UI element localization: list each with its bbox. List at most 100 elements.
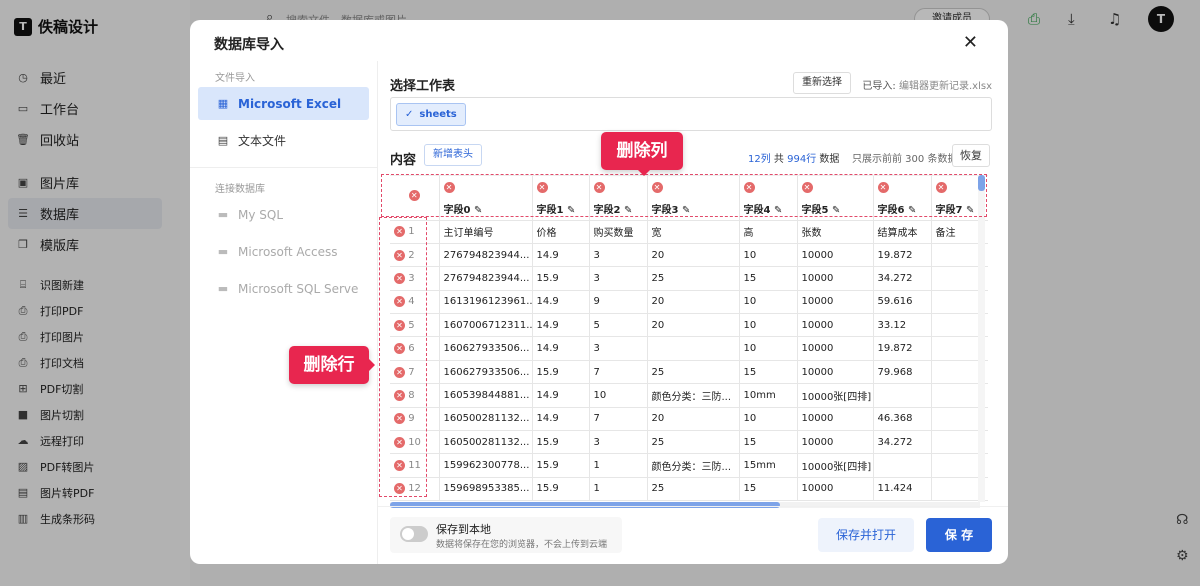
table-cell[interactable]: 11.424	[873, 477, 932, 502]
table-cell[interactable]: 15.9	[532, 477, 590, 502]
table-cell[interactable]: 59.616	[873, 290, 932, 315]
table-cell[interactable]: 3	[589, 266, 648, 291]
table-cell[interactable]: 7	[589, 407, 648, 432]
table-cell[interactable]: 25	[647, 266, 740, 291]
close-icon[interactable]: ✕	[963, 32, 978, 53]
table-cell[interactable]: 25	[647, 430, 740, 455]
table-cell[interactable]: 15.9	[532, 266, 590, 291]
table-cell[interactable]: 1	[589, 453, 648, 478]
table-cell[interactable]: 颜色分类：三防...	[647, 383, 740, 408]
table-cell[interactable]: 14.9	[532, 407, 590, 432]
table-cell[interactable]: 14.9	[532, 383, 590, 408]
table-cell[interactable]: 25	[647, 360, 740, 385]
table-cell[interactable]: 10	[739, 313, 798, 338]
table-cell[interactable]: 10	[739, 243, 798, 268]
table-cell[interactable]: 价格	[532, 220, 590, 244]
table-cell[interactable]: 14.9	[532, 243, 590, 268]
table-cell[interactable]: 高	[739, 220, 798, 244]
save-and-open-button[interactable]: 保存并打开	[818, 518, 914, 552]
table-cell[interactable]: 20	[647, 313, 740, 338]
table-cell[interactable]: 10000	[797, 477, 874, 502]
table-cell[interactable]: 160500281132...	[439, 407, 533, 432]
table-cell[interactable]: 1613196123961...	[439, 290, 533, 315]
table-row: ✕ 5 1607006712311... 14.9 5 20 10 10000 33.12	[390, 313, 988, 338]
table-cell[interactable]: 15.9	[532, 360, 590, 385]
vertical-scrollbar[interactable]	[978, 175, 985, 502]
table-cell[interactable]: 34.272	[873, 266, 932, 291]
table-cell[interactable]: 10	[739, 336, 798, 361]
table-cell[interactable]	[873, 453, 932, 478]
table-cell[interactable]: 10000	[797, 266, 874, 291]
table-cell[interactable]: 14.9	[532, 290, 590, 315]
table-cell[interactable]: 14.9	[532, 336, 590, 361]
table-cell[interactable]: 主订单编号	[439, 220, 533, 244]
restore-button[interactable]: 恢复	[952, 144, 990, 167]
table-cell[interactable]: 19.872	[873, 243, 932, 268]
table-cell[interactable]: 10mm	[739, 383, 798, 408]
save-button[interactable]: 保 存	[926, 518, 992, 552]
table-cell[interactable]: 结算成本	[873, 220, 932, 244]
table-cell[interactable]: 19.872	[873, 336, 932, 361]
table-cell[interactable]: 10000张[四排]	[797, 453, 874, 478]
table-cell[interactable]: 25	[647, 477, 740, 502]
table-cell[interactable]	[647, 336, 740, 361]
table-cell[interactable]: 宽	[647, 220, 740, 244]
table-cell[interactable]: 33.12	[873, 313, 932, 338]
table-cell[interactable]: 160539844881...	[439, 383, 533, 408]
table-cell[interactable]: 10000	[797, 290, 874, 315]
table-cell[interactable]: 10	[589, 383, 648, 408]
table-cell[interactable]: 20	[647, 243, 740, 268]
table-cell[interactable]: 5	[589, 313, 648, 338]
table-cell[interactable]: 1607006712311...	[439, 313, 533, 338]
table-cell[interactable]: 10000	[797, 407, 874, 432]
table-cell[interactable]: 276794823944...	[439, 266, 533, 291]
table-cell[interactable]: 15.9	[532, 430, 590, 455]
table-cell[interactable]: 15.9	[532, 453, 590, 478]
table-cell[interactable]: 3	[589, 336, 648, 361]
table-cell[interactable]: 10000	[797, 336, 874, 361]
table-cell[interactable]: 10000	[797, 430, 874, 455]
table-cell[interactable]: 15	[739, 477, 798, 502]
table-cell[interactable]: 46.368	[873, 407, 932, 432]
reselect-button[interactable]: 重新选择	[793, 72, 851, 94]
table-cell[interactable]: 3	[589, 430, 648, 455]
table-cell[interactable]: 79.968	[873, 360, 932, 385]
table-cell[interactable]: 160627933506...	[439, 336, 533, 361]
source-ms-sql-server[interactable]: ▬ Microsoft SQL Serve	[198, 272, 369, 305]
table-cell[interactable]: 160627933506...	[439, 360, 533, 385]
source-ms-access[interactable]: ▬ Microsoft Access	[198, 235, 369, 268]
table-cell[interactable]: 10000	[797, 360, 874, 385]
table-cell[interactable]: 20	[647, 407, 740, 432]
save-local-toggle[interactable]	[400, 526, 428, 542]
table-cell[interactable]: 颜色分类：三防...	[647, 453, 740, 478]
table-cell[interactable]: 10000	[797, 313, 874, 338]
table-cell[interactable]: 15	[739, 430, 798, 455]
table-cell[interactable]: 15mm	[739, 453, 798, 478]
table-row: ✕ 7 160627933506... 15.9 7 25 15 10000 79.968	[390, 360, 988, 385]
table-cell[interactable]: 3	[589, 243, 648, 268]
table-cell[interactable]: 10000张[四排]	[797, 383, 874, 408]
table-cell[interactable]	[873, 383, 932, 408]
table-cell[interactable]: 9	[589, 290, 648, 315]
table-cell[interactable]: 159698953385...	[439, 477, 533, 502]
table-cell[interactable]: 160500281132...	[439, 430, 533, 455]
source-microsoft-excel[interactable]: ▦ Microsoft Excel	[198, 87, 369, 120]
table-cell[interactable]: 7	[589, 360, 648, 385]
table-cell[interactable]: 15	[739, 266, 798, 291]
source-text-file[interactable]: ▤ 文本文件	[198, 124, 369, 157]
table-cell[interactable]: 10	[739, 290, 798, 315]
table-cell[interactable]: 购买数量	[589, 220, 648, 244]
sheet-tag[interactable]: ✓ sheets	[396, 103, 466, 126]
source-mysql[interactable]: ▬ My SQL	[198, 198, 369, 231]
table-cell[interactable]: 14.9	[532, 313, 590, 338]
table-cell[interactable]: 张数	[797, 220, 874, 244]
table-cell[interactable]: 1	[589, 477, 648, 502]
table-cell[interactable]: 10	[739, 407, 798, 432]
table-cell[interactable]: 159962300778...	[439, 453, 533, 478]
table-cell[interactable]: 276794823944...	[439, 243, 533, 268]
table-cell[interactable]: 10000	[797, 243, 874, 268]
table-cell[interactable]: 34.272	[873, 430, 932, 455]
add-header-button[interactable]: 新增表头	[424, 144, 482, 166]
table-cell[interactable]: 15	[739, 360, 798, 385]
table-cell[interactable]: 20	[647, 290, 740, 315]
